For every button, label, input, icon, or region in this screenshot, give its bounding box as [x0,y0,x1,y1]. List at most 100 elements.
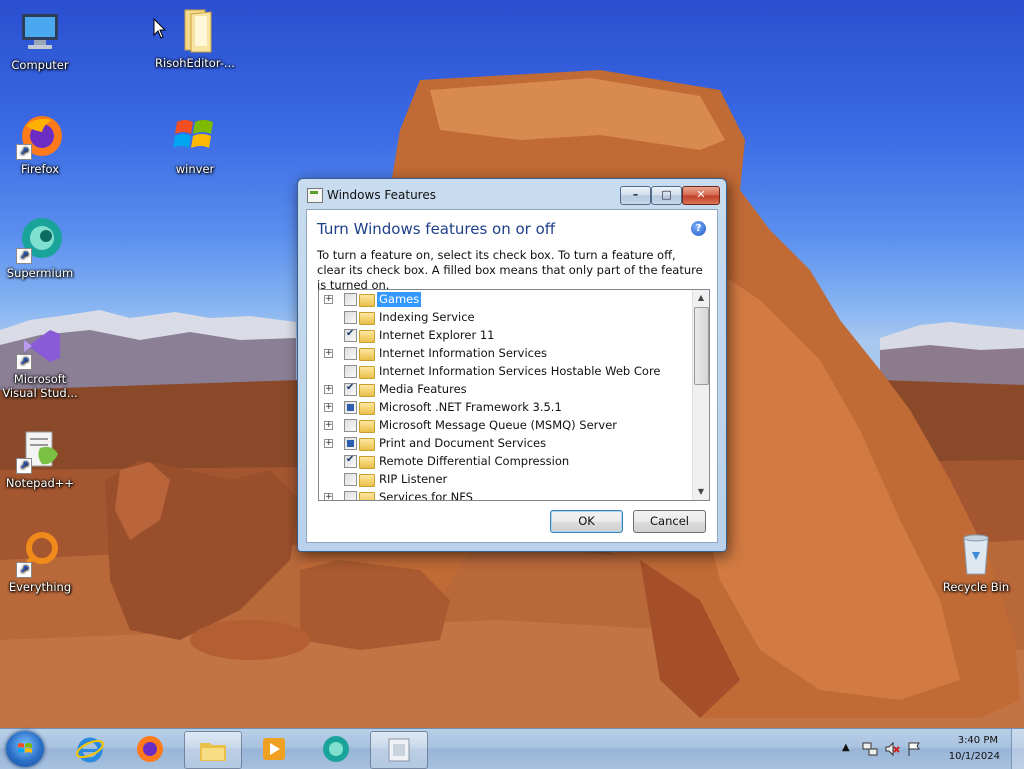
desktop-icon-label: Everything [8,580,72,594]
shortcut-arrow-icon: ↗ [16,562,32,578]
feature-checkbox[interactable] [344,419,357,432]
folder-icon [359,330,375,343]
feature-row[interactable]: + Services for NFS [319,489,691,500]
taskbar-firefox[interactable] [122,731,178,767]
clock-time[interactable]: 3:40 PM [958,735,998,746]
media-player-icon [263,738,285,760]
desktop-icon-notepadpp[interactable]: ↗ Notepad++ [0,426,80,490]
desktop-icon-winver[interactable]: winver [155,112,235,176]
feature-label: Indexing Service [379,310,475,324]
start-button[interactable] [6,731,44,767]
expand-icon[interactable]: + [324,421,333,430]
taskbar-media-player[interactable] [246,731,302,767]
network-icon[interactable] [862,741,878,757]
clock-date[interactable]: 10/1/2024 [949,751,1000,762]
expand-icon[interactable]: + [324,403,333,412]
desktop-icon-supermium[interactable]: ↗ Supermium [0,216,80,280]
feature-checkbox[interactable] [344,454,357,468]
help-icon[interactable]: ? [691,221,706,236]
feature-checkbox[interactable] [344,311,357,324]
scroll-down-icon[interactable]: ▼ [693,484,709,500]
expand-icon[interactable]: + [324,349,333,358]
feature-row[interactable]: Internet Information Services Hostable W… [319,363,691,381]
feature-checkbox[interactable] [344,473,357,486]
feature-checkbox[interactable] [344,401,357,414]
maximize-icon: □ [661,188,672,201]
supermium-icon: ↗ [16,216,64,264]
desktop-icon-visual-studio[interactable]: ↗ Microsoft Visual Stud... [0,322,80,400]
feature-row[interactable]: Remote Differential Compression [319,453,691,471]
title-bar[interactable]: Windows Features – □ ✕ [298,179,726,209]
firefox-icon: ↗ [16,112,64,160]
volume-muted-icon[interactable] [884,741,900,757]
folder-icon [359,366,375,379]
expand-icon[interactable]: + [324,493,333,500]
internet-explorer-icon [76,737,104,763]
feature-row[interactable]: + Microsoft .NET Framework 3.5.1 [319,399,691,417]
feature-row[interactable]: + Microsoft Message Queue (MSMQ) Server [319,417,691,435]
maximize-button[interactable]: □ [651,186,682,205]
taskbar-windows-explorer[interactable] [184,731,242,769]
desktop-icon-computer[interactable]: Computer [0,8,80,72]
feature-checkbox[interactable] [344,328,357,342]
feature-row[interactable]: + Print and Document Services [319,435,691,453]
taskbar-internet-explorer[interactable] [62,731,118,767]
desktop-icon-label: winver [175,162,215,176]
feature-checkbox[interactable] [344,347,357,360]
feature-row[interactable]: Indexing Service [319,309,691,327]
feature-checkbox[interactable] [344,437,357,450]
feature-label: Media Features [379,382,467,396]
feature-checkbox[interactable] [344,365,357,378]
folder-icon [359,384,375,397]
expand-icon[interactable]: + [324,385,333,394]
feature-row[interactable]: RIP Listener [319,471,691,489]
desktop-icon-risoheditor[interactable]: RisohEditor-... [155,6,235,70]
folder-icon [171,6,219,54]
action-center-flag-icon[interactable] [906,741,922,757]
scroll-thumb[interactable] [694,307,709,385]
taskbar-supermium[interactable] [308,731,364,767]
desktop-icon-recycle-bin[interactable]: Recycle Bin [936,530,1016,594]
features-tree[interactable]: + Games Indexing Service Internet Explorer … [318,289,710,501]
folder-icon [359,438,375,451]
folder-icon [359,474,375,487]
desktop-icon-label: Firefox [20,162,60,176]
show-desktop-button[interactable] [1011,729,1024,769]
folder-icon [200,743,226,761]
scroll-up-icon[interactable]: ▲ [693,290,709,306]
windows-logo-icon [171,112,219,160]
feature-checkbox[interactable] [344,382,357,396]
ok-button[interactable]: OK [550,510,623,533]
taskbar-windows-features[interactable] [370,731,428,769]
desktop-icon-label: Notepad++ [5,476,75,490]
feature-row[interactable]: Internet Explorer 11 [319,327,691,345]
folder-icon [359,492,375,500]
expand-icon[interactable]: + [324,295,333,304]
vertical-scrollbar[interactable]: ▲ ▼ [692,290,709,500]
windows-features-dialog: Windows Features – □ ✕ Turn Windows feat… [297,178,727,552]
feature-label: RIP Listener [379,472,448,486]
desktop-icon-everything[interactable]: ↗ Everything [0,530,80,594]
taskbar: ▲ 3:40 PM 10/1/2024 [0,728,1024,769]
feature-checkbox[interactable] [344,491,357,500]
close-icon: ✕ [696,188,706,201]
feature-checkbox[interactable] [344,293,357,306]
expand-icon[interactable]: + [324,439,333,448]
shortcut-arrow-icon: ↗ [16,144,32,160]
show-hidden-icons-icon[interactable]: ▲ [842,742,850,753]
cancel-button[interactable]: Cancel [633,510,706,533]
feature-row[interactable]: + Internet Information Services [319,345,691,363]
folder-icon [359,294,375,307]
feature-row[interactable]: + Games [319,291,691,309]
folder-icon [359,456,375,469]
feature-row[interactable]: + Media Features [319,381,691,399]
minimize-button[interactable]: – [620,186,651,205]
windows-logo-icon [18,743,32,753]
desktop-icon-firefox[interactable]: ↗ Firefox [0,112,80,176]
close-button[interactable]: ✕ [682,186,720,205]
minimize-icon: – [632,188,639,201]
desktop-icon-label: Supermium [6,266,74,280]
folder-icon [359,312,375,325]
notification-area: ▲ 3:40 PM 10/1/2024 [834,729,1024,769]
mouse-cursor-icon [153,18,167,39]
